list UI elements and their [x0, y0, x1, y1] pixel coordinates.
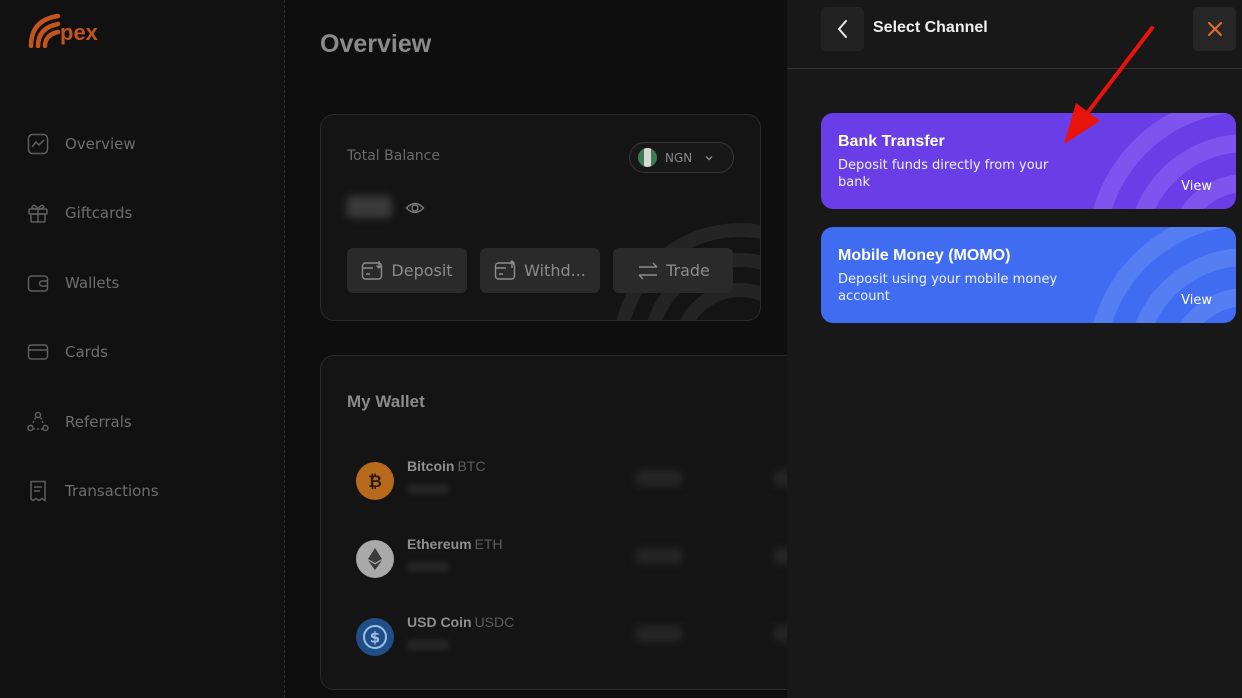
balance-amount-hidden — [347, 196, 392, 218]
coin-amount-hidden — [407, 640, 449, 650]
ethereum-icon — [356, 540, 394, 578]
svg-text:₿: ₿ — [368, 472, 382, 492]
coin-value-hidden — [636, 470, 682, 486]
usdc-icon: $ — [356, 618, 394, 656]
back-button[interactable] — [821, 7, 864, 51]
sidebar-item-label: Cards — [65, 343, 108, 362]
withdraw-icon — [494, 259, 518, 282]
nigeria-flag-icon — [638, 148, 657, 167]
card-icon — [26, 340, 50, 364]
sidebar: pex Overview Giftcards Wallets Cards Ref… — [0, 0, 285, 698]
coin-name: Bitcoin BTC — [407, 458, 486, 474]
logo-text: pex — [60, 20, 98, 45]
channel-mobile-money[interactable]: Mobile Money (MOMO) Deposit using your m… — [821, 227, 1236, 323]
currency-value: NGN — [665, 150, 693, 165]
channel-view-link[interactable]: View — [1181, 179, 1212, 194]
deposit-label: Deposit — [391, 261, 453, 280]
withdraw-label: Withd... — [524, 261, 586, 280]
channel-title: Mobile Money (MOMO) — [838, 247, 1011, 264]
balance-card: Total Balance NGN Deposit Withd... Trade — [320, 114, 761, 321]
sidebar-item-referrals[interactable]: Referrals — [26, 404, 159, 440]
card-decoration — [1093, 113, 1236, 209]
coin-amount-hidden — [407, 484, 449, 494]
swap-arrows-icon — [636, 260, 660, 282]
coin-name: Ethereum ETH — [407, 536, 503, 552]
sidebar-item-label: Giftcards — [65, 204, 133, 223]
deposit-button[interactable]: Deposit — [347, 248, 467, 293]
sidebar-item-label: Referrals — [65, 412, 132, 431]
coin-value-hidden — [636, 548, 682, 564]
sidebar-item-wallets[interactable]: Wallets — [26, 265, 159, 301]
channel-description: Deposit funds directly from your bank — [838, 158, 1049, 190]
coin-value-hidden — [636, 626, 682, 642]
chart-line-icon — [26, 132, 50, 156]
page-title: Overview — [320, 30, 432, 58]
wallet-title: My Wallet — [347, 392, 425, 411]
logo[interactable]: pex — [28, 12, 98, 48]
wallet-row-usdc[interactable]: $ USD Coin USDC — [356, 614, 796, 664]
balance-label: Total Balance — [347, 148, 440, 164]
sidebar-nav: Overview Giftcards Wallets Cards Referra… — [26, 126, 159, 542]
deposit-icon — [361, 260, 385, 282]
referrals-icon — [26, 410, 50, 434]
chevron-down-icon — [705, 155, 713, 160]
wallet-row-ethereum[interactable]: Ethereum ETH — [356, 536, 796, 586]
withdraw-button[interactable]: Withd... — [480, 248, 600, 293]
coin-amount-hidden — [407, 562, 449, 572]
balance-actions: Deposit Withd... Trade — [347, 248, 733, 293]
receipt-icon — [26, 479, 50, 503]
main-content: Overview Total Balance NGN Deposit Withd… — [285, 0, 800, 698]
close-button[interactable] — [1193, 7, 1236, 51]
logo-icon — [28, 13, 61, 48]
bitcoin-icon: ₿ — [356, 462, 394, 500]
channel-description: Deposit using your mobile money account — [838, 272, 1058, 304]
channel-view-link[interactable]: View — [1181, 293, 1212, 308]
panel-header: Select Channel — [787, 0, 1242, 69]
close-icon — [1207, 21, 1222, 37]
coin-name: USD Coin USDC — [407, 614, 515, 630]
sidebar-item-label: Overview — [65, 135, 136, 153]
sidebar-item-label: Transactions — [65, 481, 159, 500]
sidebar-item-overview[interactable]: Overview — [26, 126, 159, 162]
wallet-icon — [26, 271, 50, 295]
sidebar-item-giftcards[interactable]: Giftcards — [26, 195, 159, 231]
eye-icon[interactable] — [405, 199, 425, 217]
wallet-card: My Wallet ₿ Bitcoin BTC Ethereum ETH $ USD… — [320, 355, 800, 690]
chevron-left-icon — [837, 20, 847, 38]
currency-select[interactable]: NGN — [629, 142, 734, 173]
trade-button[interactable]: Trade — [613, 248, 733, 293]
wallet-row-bitcoin[interactable]: ₿ Bitcoin BTC — [356, 458, 796, 508]
select-channel-panel: Select Channel Bank Transfer Deposit fun… — [787, 0, 1242, 698]
channel-title: Bank Transfer — [838, 133, 945, 150]
card-decoration — [1093, 227, 1236, 323]
trade-label: Trade — [666, 261, 710, 280]
svg-text:$: $ — [370, 629, 380, 647]
sidebar-item-cards[interactable]: Cards — [26, 334, 159, 370]
gift-icon — [26, 201, 50, 225]
sidebar-item-label: Wallets — [65, 273, 120, 292]
sidebar-item-transactions[interactable]: Transactions — [26, 473, 159, 509]
channel-bank-transfer[interactable]: Bank Transfer Deposit funds directly fro… — [821, 113, 1236, 209]
panel-title: Select Channel — [873, 19, 988, 36]
